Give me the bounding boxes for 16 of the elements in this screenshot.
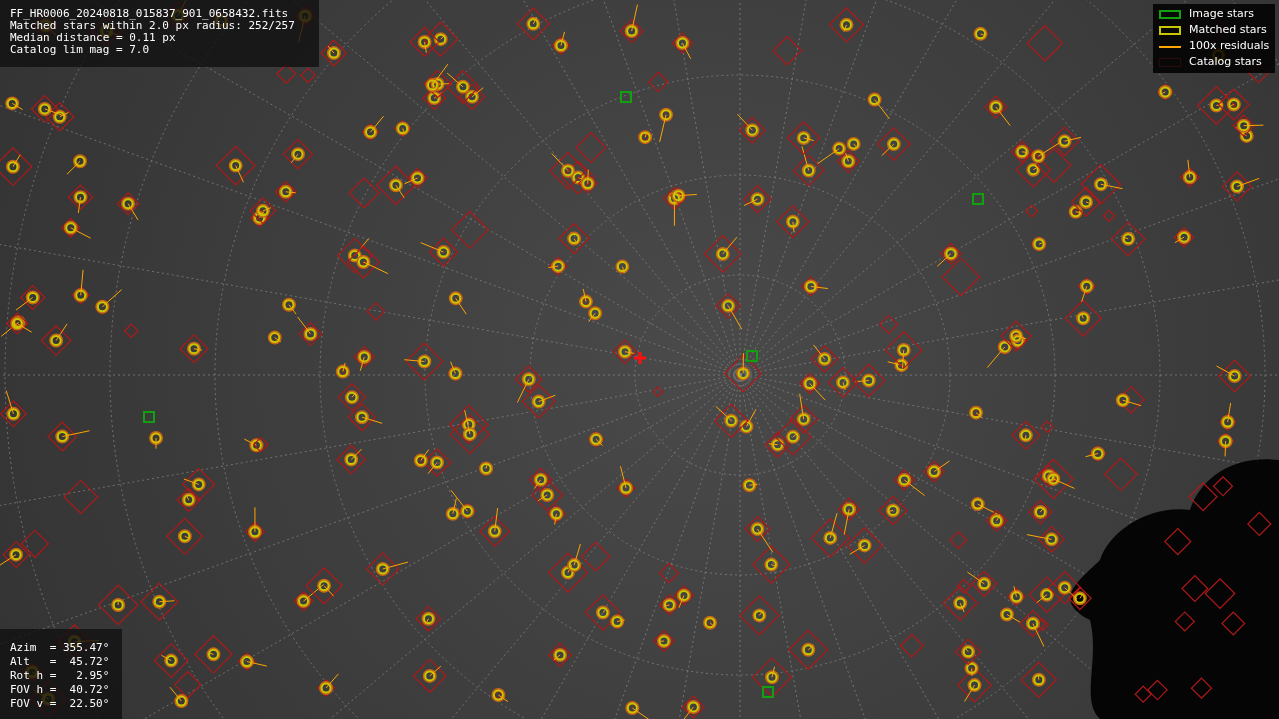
legend-label: Matched stars — [1189, 22, 1267, 39]
pointing-text: FOV h = 40.72° — [10, 683, 111, 697]
pointing-text: Azim = 355.47° — [10, 641, 111, 655]
info-text: FF_HR0006_20240818_015837_901_0658432.fits — [10, 8, 290, 20]
legend-label: Catalog stars — [1189, 54, 1262, 71]
legend-label: 100x residuals — [1189, 38, 1270, 55]
residual-line-icon — [1159, 45, 1181, 48]
pointing-text: Alt = 45.72° — [10, 655, 111, 669]
image-star-swatch-icon — [1159, 10, 1181, 19]
info-text: Median distance = 0.11 px — [10, 32, 177, 44]
legend-label: Image stars — [1189, 6, 1254, 23]
pointing-text: Rot h = 2.95° — [10, 669, 111, 683]
matched-star-swatch-icon — [1159, 26, 1181, 35]
info-text: Catalog lim mag = 7.0 — [10, 44, 151, 56]
info-text: Matched stars within 2.0 px radius: 252/257 — [10, 20, 296, 32]
pointing-text: FOV v = 22.50° — [10, 697, 111, 711]
